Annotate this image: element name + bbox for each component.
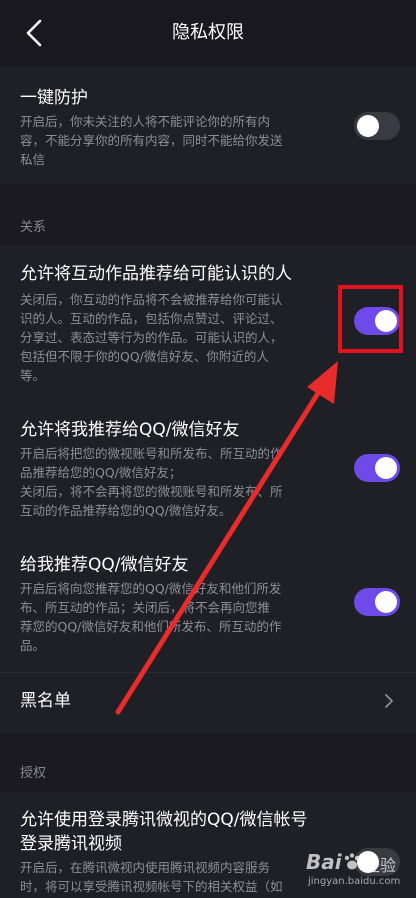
nav-header: 隐私权限 <box>0 0 416 66</box>
recommend-friends-desc: 开启后将向您推荐您的QQ/微信好友和他们所发 布、所互动的作品；关闭后，将不会再… <box>20 581 282 653</box>
chevron-right-icon <box>385 694 393 708</box>
watermark-url: jingyan.baidu.com <box>308 876 401 887</box>
recommend-me-desc: 开启后将把您的微视账号和所发布、所互动的作 品推荐给您的QQ/微信好友； 关闭后… <box>20 446 283 518</box>
recommend-friends-title: 给我推荐QQ/微信好友 <box>20 555 189 575</box>
page-title: 隐私权限 <box>172 22 244 43</box>
highlight-box <box>338 285 403 353</box>
auth-title-line1: 允许使用登录腾讯微视的QQ/微信帐号 <box>20 810 308 830</box>
one-click-protect-desc: 开启后，你未关注的人将不能评论你的所有内 容，不能分享你的所有内容，同时不能给你… <box>20 114 283 167</box>
recommend-me-title: 允许将我推荐给QQ/微信好友 <box>20 420 240 440</box>
recommend-me-toggle[interactable] <box>354 454 400 482</box>
section-label-relations: 关系 <box>20 220 47 235</box>
paw-icon <box>344 853 360 870</box>
blacklist-row[interactable]: 黑名单 <box>0 673 416 733</box>
watermark-brand: Bai <box>306 850 342 874</box>
recommend-interactions-desc: 关闭后，你互动的作品将不会被推荐给你可能认 识的人。互动的作品，包括你点赞过、评… <box>20 292 283 383</box>
recommend-interactions-title: 允许将互动作品推荐给可能认识的人 <box>20 264 292 284</box>
auth-title-line2: 登录腾讯视频 <box>20 834 122 854</box>
auth-desc: 开启后，在腾讯微视内使用腾讯视频内容服务 时，将可以享受腾讯视频帐号下的相关权益… <box>20 860 283 894</box>
recommend-friends-toggle[interactable] <box>354 588 400 616</box>
one-click-protect-title: 一键防护 <box>20 88 88 108</box>
toggle-knob <box>375 591 397 613</box>
section-label-auth: 授权 <box>20 766 47 781</box>
toggle-knob <box>357 115 379 137</box>
toggle-knob <box>375 457 397 479</box>
one-click-protect-toggle[interactable] <box>354 112 400 140</box>
blacklist-label: 黑名单 <box>20 691 71 711</box>
watermark-brand2: 经验 <box>364 856 397 875</box>
baidu-watermark: Bai 经验 jingyan.baidu.com <box>306 850 408 892</box>
